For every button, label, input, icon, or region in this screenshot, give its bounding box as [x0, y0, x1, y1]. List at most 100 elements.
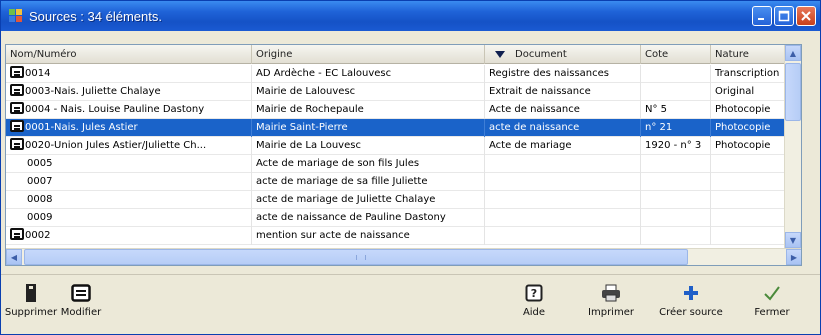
- vertical-scrollbar[interactable]: ▲ ▼: [784, 45, 801, 248]
- cell-document: Extrait de naissance: [485, 83, 641, 101]
- help-icon: ?: [524, 283, 544, 303]
- delete-icon: [21, 283, 41, 303]
- window-title: Sources : 34 éléments.: [29, 8, 162, 24]
- record-icon: [10, 102, 24, 114]
- cell-nature: [711, 191, 786, 209]
- checkmark-icon: [762, 283, 782, 303]
- minimize-icon: [758, 18, 764, 20]
- scroll-left-icon[interactable]: ◀: [6, 249, 22, 265]
- cell-document: [485, 191, 641, 209]
- cell-origine: AD Ardèche - EC Lalouvesc: [252, 65, 485, 83]
- close-icon: [801, 11, 811, 21]
- sort-descending-icon: [495, 50, 505, 58]
- cell-nom: 0020-Union Jules Astier/Juliette Ch...: [6, 137, 252, 155]
- cell-origine: Mairie Saint-Pierre: [252, 119, 485, 137]
- cell-cote: [641, 65, 711, 83]
- svg-text:?: ?: [531, 287, 537, 300]
- minimize-button[interactable]: [752, 6, 772, 26]
- record-icon: [10, 228, 24, 240]
- table-row[interactable]: 0020-Union Jules Astier/Juliette Ch... Ma…: [6, 137, 801, 155]
- cell-cote: [641, 83, 711, 101]
- cell-cote: N° 5: [641, 101, 711, 119]
- column-header-document[interactable]: Document: [485, 45, 641, 64]
- cell-cote: [641, 155, 711, 173]
- horizontal-scroll-thumb[interactable]: [24, 249, 688, 265]
- creer-source-button[interactable]: Créer source: [656, 283, 726, 318]
- sources-table[interactable]: Nom/Numéro Origine Document Cote Nature …: [5, 44, 802, 266]
- table-row[interactable]: 0007 acte de mariage de sa fille Juliette: [6, 173, 801, 191]
- table-row[interactable]: 0008 acte de mariage de Juliette Chalaye: [6, 191, 801, 209]
- cell-cote: n° 21: [641, 119, 711, 137]
- table-row[interactable]: 0001-Nais. Jules Astier Mairie Saint-Pier…: [6, 119, 801, 137]
- cell-nom: 0001-Nais. Jules Astier: [6, 119, 252, 137]
- cell-document: [485, 209, 641, 227]
- column-header-nature[interactable]: Nature: [711, 45, 786, 64]
- table-row[interactable]: 0009 acte de naissance de Pauline Dastony: [6, 209, 801, 227]
- cell-cote: [641, 191, 711, 209]
- scroll-right-icon[interactable]: ▶: [786, 249, 801, 265]
- fermer-button[interactable]: Fermer: [742, 283, 802, 318]
- horizontal-scrollbar[interactable]: ◀ ▶: [6, 248, 801, 265]
- cell-nature: Transcription: [711, 65, 786, 83]
- table-body: 0014 AD Ardèche - EC Lalouvesc Registre de…: [6, 65, 801, 245]
- scroll-up-icon[interactable]: ▲: [785, 45, 801, 61]
- modifier-button[interactable]: Modifier: [51, 283, 111, 318]
- cell-origine: acte de naissance de Pauline Dastony: [252, 209, 485, 227]
- cell-nature: [711, 209, 786, 227]
- record-icon: [10, 84, 24, 96]
- cell-nom: 0007: [6, 173, 252, 191]
- cell-document: Acte de mariage: [485, 137, 641, 155]
- cell-nature: Photocopie: [711, 119, 786, 137]
- cell-origine: mention sur acte de naissance: [252, 227, 485, 245]
- cell-nom: 0002: [6, 227, 252, 245]
- close-button[interactable]: [796, 6, 816, 26]
- cell-nom: 0008: [6, 191, 252, 209]
- cell-origine: Acte de mariage de son fils Jules: [252, 155, 485, 173]
- record-icon: [10, 120, 24, 132]
- edit-record-icon: [71, 283, 91, 303]
- column-header-nom[interactable]: Nom/Numéro: [6, 45, 252, 64]
- cell-origine: Mairie de Rochepaule: [252, 101, 485, 119]
- title-bar[interactable]: Sources : 34 éléments.: [1, 1, 820, 31]
- maximize-button[interactable]: [774, 6, 794, 26]
- cell-origine: Mairie de La Louvesc: [252, 137, 485, 155]
- table-row[interactable]: 0002 mention sur acte de naissance: [6, 227, 801, 245]
- cell-nature: [711, 173, 786, 191]
- bottom-toolbar: Supprimer Modifier ? Aide Imprimer Créer…: [1, 274, 820, 334]
- cell-nature: [711, 227, 786, 245]
- cell-nature: Photocopie: [711, 101, 786, 119]
- table-header: Nom/Numéro Origine Document Cote Nature: [6, 45, 801, 64]
- imprimer-button[interactable]: Imprimer: [581, 283, 641, 318]
- record-icon: [10, 138, 24, 150]
- cell-cote: [641, 209, 711, 227]
- cell-nature: [711, 155, 786, 173]
- aide-button[interactable]: ? Aide: [504, 283, 564, 318]
- table-row[interactable]: 0003-Nais. Juliette Chalaye Mairie de Lal…: [6, 83, 801, 101]
- table-row[interactable]: 0004 - Nais. Louise Pauline Dastony Mairi…: [6, 101, 801, 119]
- app-icon: [9, 9, 23, 23]
- sources-window: Sources : 34 éléments. Nom/Numéro Origin…: [0, 0, 821, 335]
- cell-document: Acte de naissance: [485, 101, 641, 119]
- maximize-icon: [778, 10, 790, 22]
- record-icon: [10, 66, 24, 78]
- scroll-down-icon[interactable]: ▼: [785, 232, 801, 248]
- column-header-origine[interactable]: Origine: [252, 45, 485, 64]
- cell-document: [485, 173, 641, 191]
- cell-nature: Photocopie: [711, 137, 786, 155]
- cell-origine: Mairie de Lalouvesc: [252, 83, 485, 101]
- cell-origine: acte de mariage de sa fille Juliette: [252, 173, 485, 191]
- cell-nom: 0004 - Nais. Louise Pauline Dastony: [6, 101, 252, 119]
- cell-cote: [641, 173, 711, 191]
- cell-nature: Original: [711, 83, 786, 101]
- cell-cote: [641, 227, 711, 245]
- cell-document: acte de naissance: [485, 119, 641, 137]
- cell-document: Registre des naissances: [485, 65, 641, 83]
- cell-origine: acte de mariage de Juliette Chalaye: [252, 191, 485, 209]
- table-row[interactable]: 0005 Acte de mariage de son fils Jules: [6, 155, 801, 173]
- cell-nom: 0005: [6, 155, 252, 173]
- cell-document: [485, 227, 641, 245]
- column-header-cote[interactable]: Cote: [641, 45, 711, 64]
- printer-icon: [601, 283, 621, 303]
- vertical-scroll-thumb[interactable]: [785, 63, 801, 121]
- table-row[interactable]: 0014 AD Ardèche - EC Lalouvesc Registre de…: [6, 65, 801, 83]
